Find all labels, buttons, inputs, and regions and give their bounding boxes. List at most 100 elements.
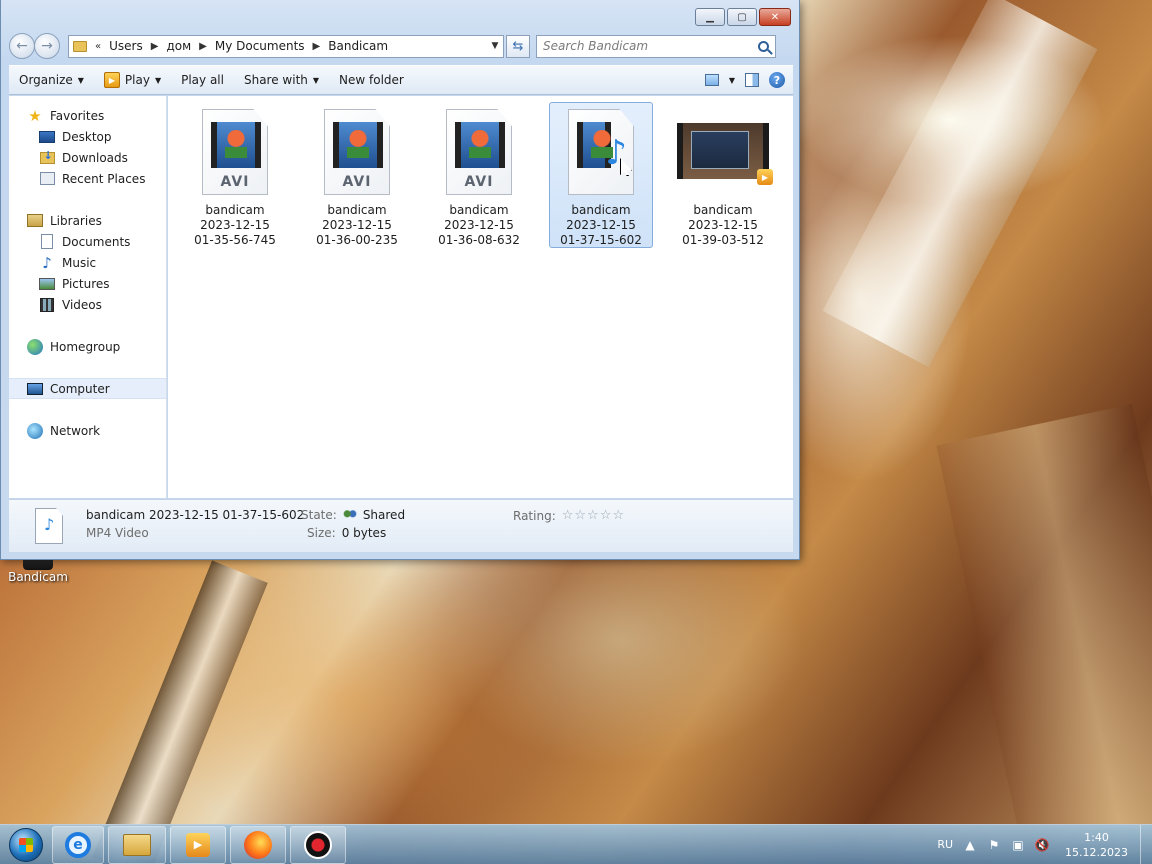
nav-label: Music — [62, 255, 97, 270]
file-time: 01-35-56-745 — [194, 233, 276, 247]
nav-item-desktop[interactable]: Desktop — [9, 126, 166, 147]
chevron-right-icon[interactable]: ▶ — [313, 41, 321, 52]
windows-logo-icon — [9, 827, 43, 862]
refresh-button[interactable]: ⇆ — [506, 34, 530, 58]
nav-item-homegroup[interactable]: Homegroup — [9, 336, 166, 357]
organize-button[interactable]: Organize ▼ — [9, 66, 94, 94]
file-date: 2023-12-15 — [566, 218, 636, 232]
file-time: 01-36-00-235 — [316, 233, 398, 247]
forward-button[interactable]: → — [34, 33, 60, 59]
breadcrumb-bandicam[interactable]: Bandicam — [328, 39, 388, 53]
start-button[interactable] — [4, 825, 48, 864]
file-item[interactable]: AVI bandicam 2023-12-15 01-36-08-632 — [427, 102, 531, 248]
file-name: bandicam — [693, 203, 753, 217]
nav-label: Pictures — [62, 276, 110, 291]
minimize-button[interactable]: ▁ — [695, 8, 725, 26]
breadcrumb-my-documents[interactable]: My Documents — [215, 39, 305, 53]
action-center-flag-icon[interactable]: ⚑ — [987, 838, 1001, 852]
nav-item-favorites[interactable]: ★ Favorites — [9, 105, 166, 126]
file-list: AVI bandicam 2023-12-15 01-35-56-745 AVI… — [168, 96, 793, 498]
downloads-icon — [39, 149, 55, 164]
new-folder-button[interactable]: New folder — [329, 66, 414, 94]
chevron-down-icon: ▼ — [77, 75, 84, 85]
nav-item-downloads[interactable]: Downloads — [9, 147, 166, 168]
address-bar[interactable]: « Users ▶ дом ▶ My Documents ▶ Bandicam … — [68, 34, 504, 58]
media-player-icon: ▶ — [757, 169, 773, 185]
file-name: bandicam — [449, 203, 509, 217]
play-all-button[interactable]: Play all — [171, 66, 234, 94]
back-button[interactable]: ← — [9, 33, 35, 59]
clock[interactable]: 1:40 15.12.2023 — [1065, 830, 1128, 860]
size-label: Size: — [307, 526, 336, 540]
caption-buttons: ▁ ▢ ✕ — [695, 8, 791, 26]
breadcrumb-overflow[interactable]: « — [95, 41, 101, 52]
chevron-down-icon[interactable]: ▼ — [487, 41, 503, 51]
network-icon — [27, 422, 43, 439]
show-hidden-icons-icon[interactable]: ▲ — [963, 838, 977, 852]
search-icon[interactable] — [758, 40, 769, 52]
file-item[interactable]: AVI bandicam 2023-12-15 01-36-00-235 — [305, 102, 409, 248]
details-state: State: Shared — [301, 508, 405, 522]
chevron-right-icon[interactable]: ▶ — [151, 41, 159, 52]
avi-file-icon: AVI — [202, 109, 268, 195]
file-item[interactable]: ▶ bandicam 2023-12-15 01-39-03-512 — [671, 102, 775, 248]
file-date: 2023-12-15 — [322, 218, 392, 232]
file-date: 2023-12-15 — [688, 218, 758, 232]
language-indicator[interactable]: RU — [937, 838, 953, 851]
video-thumbnail: ▶ — [677, 123, 773, 185]
taskbar-windows-explorer[interactable] — [108, 825, 166, 864]
play-all-label: Play all — [181, 73, 224, 87]
system-tray: RU ▲ ⚑ ▣ 🔇 1:40 15.12.2023 — [937, 825, 1140, 864]
breadcrumb-users[interactable]: Users — [109, 39, 143, 53]
network-status-icon[interactable]: ▣ — [1011, 838, 1025, 852]
play-button[interactable]: ▶ Play ▼ — [94, 66, 171, 94]
rating-stars[interactable]: ☆☆☆☆☆ — [562, 508, 625, 523]
shared-users-icon — [342, 509, 357, 521]
pictures-icon — [39, 277, 55, 290]
wallpaper-shape — [92, 560, 268, 864]
nav-item-music[interactable]: ♪ Music — [9, 252, 166, 273]
nav-label: Downloads — [62, 150, 128, 165]
audio-video-file-icon: ♪ — [568, 109, 634, 195]
back-arrow-icon: ← — [16, 38, 28, 54]
taskbar-bandicam[interactable] — [290, 825, 346, 864]
change-view-icon[interactable] — [704, 74, 719, 86]
folder-icon — [73, 40, 87, 52]
share-with-button[interactable]: Share with ▼ — [234, 66, 329, 94]
taskbar-internet-explorer[interactable]: e — [52, 825, 104, 864]
help-icon[interactable]: ? — [769, 72, 785, 88]
state-label: State: — [301, 508, 337, 522]
file-item-selected[interactable]: ♪ bandicam 2023-12-15 01-37-15-602 — [549, 102, 653, 248]
nav-item-recent-places[interactable]: Recent Places — [9, 168, 166, 189]
taskbar-firefox[interactable] — [230, 825, 286, 864]
desktop-icon-bandicam[interactable]: Bandicam — [8, 556, 68, 584]
file-item[interactable]: AVI bandicam 2023-12-15 01-35-56-745 — [183, 102, 287, 248]
preview-pane-icon[interactable] — [745, 73, 759, 87]
nav-label: Videos — [62, 297, 102, 312]
libraries-icon — [27, 214, 43, 227]
chevron-right-icon[interactable]: ▶ — [199, 41, 207, 52]
nav-item-videos[interactable]: Videos — [9, 294, 166, 315]
close-button[interactable]: ✕ — [759, 8, 791, 26]
maximize-button[interactable]: ▢ — [727, 8, 757, 26]
desktop-icon — [39, 130, 55, 143]
details-size: Size: 0 bytes — [307, 526, 386, 540]
wallpaper-shape — [822, 0, 1098, 368]
state-value: Shared — [362, 508, 406, 522]
search-placeholder: Search Bandicam — [543, 39, 649, 53]
file-type-tag: AVI — [342, 174, 372, 190]
file-name: bandicam — [205, 203, 265, 217]
nav-item-documents[interactable]: Documents — [9, 231, 166, 252]
taskbar-media-player[interactable]: ▶ — [170, 825, 226, 864]
search-input[interactable]: Search Bandicam — [536, 34, 776, 58]
breadcrumb-dom[interactable]: дом — [166, 39, 191, 53]
share-with-label: Share with — [243, 73, 308, 87]
nav-item-pictures[interactable]: Pictures — [9, 273, 166, 294]
nav-item-computer[interactable]: Computer — [9, 378, 166, 399]
nav-item-libraries[interactable]: Libraries — [9, 210, 166, 231]
nav-item-network[interactable]: Network — [9, 420, 166, 441]
nav-label: Favorites — [50, 108, 105, 123]
chevron-down-icon[interactable]: ▼ — [729, 76, 735, 85]
volume-muted-icon[interactable]: 🔇 — [1035, 838, 1050, 852]
show-desktop-button[interactable] — [1140, 824, 1152, 864]
